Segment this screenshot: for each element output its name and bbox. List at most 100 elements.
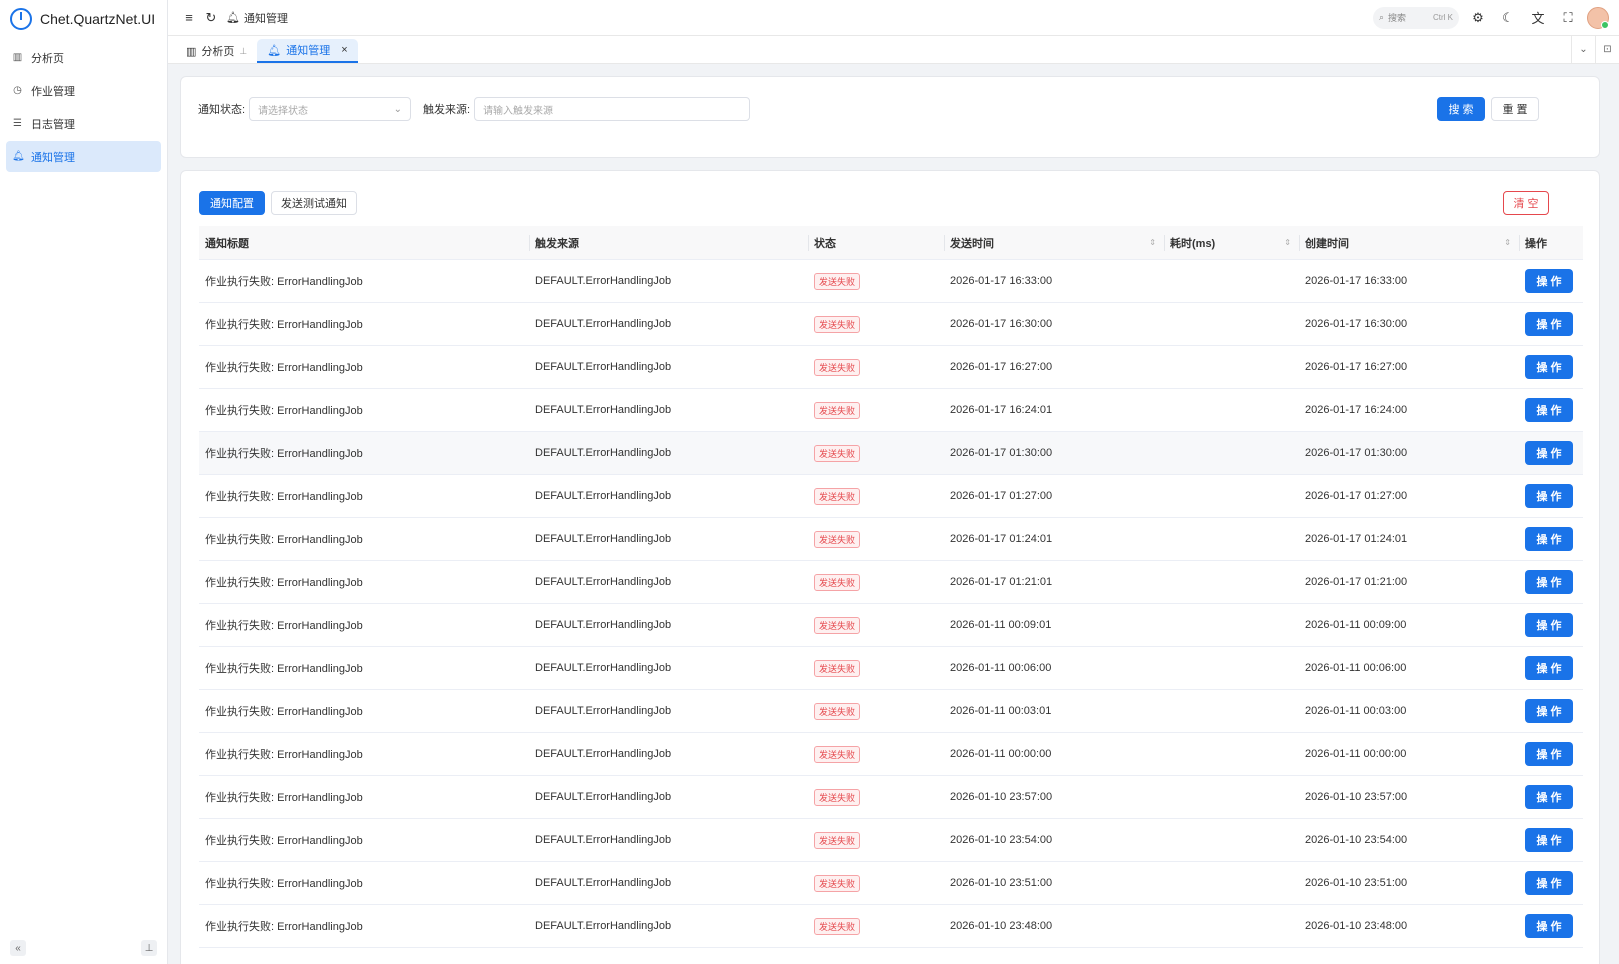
table-row[interactable]: 作业执行失败: ErrorHandlingJob DEFAULT.ErrorHan… <box>199 389 1583 432</box>
collapse-sidebar-icon[interactable]: « <box>10 940 26 956</box>
table-row[interactable]: 作业执行失败: ErrorHandlingJob DEFAULT.ErrorHan… <box>199 819 1583 862</box>
cell-sent-time: 2026-01-10 23:57:00 <box>950 791 1053 803</box>
reset-button[interactable]: 重 置 <box>1491 97 1539 121</box>
cell-status: 发送失败 <box>808 616 944 634</box>
cell-actions: 操 作 <box>1519 613 1583 637</box>
col-title[interactable]: 通知标题 <box>199 226 529 260</box>
table-row[interactable]: 作业执行失败: ErrorHandlingJob DEFAULT.ErrorHan… <box>199 432 1583 475</box>
table-row[interactable]: 作业执行失败: ErrorHandlingJob DEFAULT.ErrorHan… <box>199 518 1583 561</box>
clear-button[interactable]: 清 空 <box>1503 191 1549 215</box>
tab-label: 分析页 <box>201 46 235 58</box>
table-row[interactable]: 作业执行失败: ErrorHandlingJob DEFAULT.ErrorHan… <box>199 690 1583 733</box>
cell-sent-time: 2026-01-17 01:27:00 <box>950 490 1053 502</box>
row-action-button[interactable]: 操 作 <box>1525 699 1573 723</box>
top-bar: ≡ ↻ 🔔︎ 通知管理 ⌕ 搜索 Ctrl K ⚙ ☾ 文 ⛶ <box>168 0 1619 36</box>
row-action-button[interactable]: 操 作 <box>1525 871 1573 895</box>
table-row[interactable]: 作业执行失败: ErrorHandlingJob DEFAULT.ErrorHan… <box>199 561 1583 604</box>
source-filter-label: 触发来源: <box>423 104 471 116</box>
bell-icon: 🔔︎ <box>226 12 240 24</box>
tab-notifications[interactable]: 🔔︎ 通知管理 × <box>257 39 358 63</box>
sort-icon[interactable]: ⇕ <box>1504 238 1511 247</box>
sidebar-item-jobs[interactable]: ◷ 作业管理 <box>6 75 161 106</box>
cell-source: DEFAULT.ErrorHandlingJob <box>535 361 672 373</box>
row-action-button[interactable]: 操 作 <box>1525 484 1573 508</box>
settings-icon[interactable]: ⚙ <box>1467 10 1489 26</box>
cell-sent-time: 2026-01-17 01:30:00 <box>950 447 1053 459</box>
row-action-button[interactable]: 操 作 <box>1525 312 1573 336</box>
col-sent-time[interactable]: 发送时间 ⇕ <box>944 226 1164 260</box>
sort-icon[interactable]: ⇕ <box>1149 238 1156 247</box>
app-title: Chet.QuartzNet.UI <box>40 11 156 27</box>
table-row[interactable]: 作业执行失败: ErrorHandlingJob DEFAULT.ErrorHan… <box>199 647 1583 690</box>
global-search[interactable]: ⌕ 搜索 Ctrl K <box>1373 6 1459 29</box>
cell-created-time: 2026-01-17 01:21:00 <box>1305 576 1408 588</box>
sidebar-item-analysis[interactable]: ▥ 分析页 <box>6 42 161 73</box>
sidebar-item-logs[interactable]: ☰ 日志管理 <box>6 108 161 139</box>
table-row[interactable]: 作业执行失败: ErrorHandlingJob DEFAULT.ErrorHan… <box>199 604 1583 647</box>
theme-toggle-icon[interactable]: ☾ <box>1497 10 1519 26</box>
status-badge: 发送失败 <box>814 874 861 892</box>
clock-logo-icon <box>10 8 32 30</box>
cell-created-time: 2026-01-11 00:00:00 <box>1305 748 1407 760</box>
col-created-time[interactable]: 创建时间 ⇕ <box>1299 226 1519 260</box>
close-icon[interactable]: × <box>341 44 347 56</box>
pin-icon[interactable]: ⊥ <box>239 46 247 57</box>
col-status[interactable]: 状态 <box>808 226 944 260</box>
row-action-button[interactable]: 操 作 <box>1525 441 1573 465</box>
chevron-down-icon[interactable]: ⌄ <box>1571 36 1595 63</box>
row-action-button[interactable]: 操 作 <box>1525 613 1573 637</box>
clock-icon: ◷ <box>13 85 22 96</box>
row-action-button[interactable]: 操 作 <box>1525 570 1573 594</box>
sidebar-item-notifications[interactable]: 🔔︎ 通知管理 <box>6 141 161 172</box>
row-action-button[interactable]: 操 作 <box>1525 828 1573 852</box>
cell-sent-time: 2026-01-10 23:48:00 <box>950 920 1053 932</box>
table-row[interactable]: 作业执行失败: ErrorHandlingJob DEFAULT.ErrorHan… <box>199 862 1583 905</box>
cell-created-time: 2026-01-11 00:09:00 <box>1305 619 1407 631</box>
table-row[interactable]: 作业执行失败: ErrorHandlingJob DEFAULT.ErrorHan… <box>199 905 1583 948</box>
table-row[interactable]: 作业执行失败: ErrorHandlingJob DEFAULT.ErrorHan… <box>199 346 1583 389</box>
refresh-icon[interactable]: ↻ <box>200 10 222 26</box>
top-actions: ⌕ 搜索 Ctrl K ⚙ ☾ 文 ⛶ <box>1373 6 1609 29</box>
cell-actions: 操 作 <box>1519 355 1583 379</box>
table-row[interactable]: 作业执行失败: ErrorHandlingJob DEFAULT.ErrorHan… <box>199 733 1583 776</box>
source-filter: 触发来源: 请输入触发来源 <box>423 97 751 121</box>
row-action-button[interactable]: 操 作 <box>1525 742 1573 766</box>
row-action-button[interactable]: 操 作 <box>1525 785 1573 809</box>
table-row[interactable]: 作业执行失败: ErrorHandlingJob DEFAULT.ErrorHan… <box>199 303 1583 346</box>
notification-config-button[interactable]: 通知配置 <box>199 191 265 215</box>
send-test-button[interactable]: 发送测试通知 <box>271 191 357 215</box>
source-input[interactable]: 请输入触发来源 <box>474 97 751 121</box>
row-action-button[interactable]: 操 作 <box>1525 398 1573 422</box>
app-logo[interactable]: Chet.QuartzNet.UI <box>0 0 167 38</box>
tab-analysis[interactable]: ▥ 分析页 ⊥ <box>176 39 257 63</box>
col-duration[interactable]: 耗时(ms) ⇕ <box>1164 226 1299 260</box>
row-action-button[interactable]: 操 作 <box>1525 656 1573 680</box>
table-row[interactable]: 作业执行失败: ErrorHandlingJob DEFAULT.ErrorHan… <box>199 260 1583 303</box>
row-action-button[interactable]: 操 作 <box>1525 269 1573 293</box>
cell-title: 作业执行失败: ErrorHandlingJob <box>205 921 363 933</box>
cell-actions: 操 作 <box>1519 269 1583 293</box>
table-row[interactable]: 作业执行失败: ErrorHandlingJob DEFAULT.ErrorHan… <box>199 776 1583 819</box>
fullscreen-icon[interactable]: ⛶ <box>1557 10 1579 26</box>
cell-actions: 操 作 <box>1519 742 1583 766</box>
cell-title: 作业执行失败: ErrorHandlingJob <box>205 448 363 460</box>
cell-created-time: 2026-01-10 23:51:00 <box>1305 877 1408 889</box>
menu-toggle-icon[interactable]: ≡ <box>178 10 200 25</box>
table-row[interactable]: 作业执行失败: ErrorHandlingJob DEFAULT.ErrorHan… <box>199 475 1583 518</box>
status-filter-label: 通知状态: <box>198 104 246 116</box>
col-source[interactable]: 触发来源 <box>529 226 808 260</box>
cell-sent-time: 2026-01-17 01:21:01 <box>950 576 1053 588</box>
sort-icon[interactable]: ⇕ <box>1284 238 1291 247</box>
translate-icon[interactable]: 文 <box>1527 8 1549 27</box>
cell-sent-time: 2026-01-10 23:54:00 <box>950 834 1053 846</box>
row-action-button[interactable]: 操 作 <box>1525 355 1573 379</box>
row-action-button[interactable]: 操 作 <box>1525 527 1573 551</box>
avatar[interactable] <box>1587 6 1609 29</box>
pin-icon[interactable]: ⊥ <box>141 940 157 956</box>
tab-tools: ⌄ ⊡ <box>1571 36 1619 63</box>
search-button[interactable]: 搜 索 <box>1437 97 1485 121</box>
status-select[interactable]: 请选择状态 ⌄ <box>249 97 412 121</box>
row-action-button[interactable]: 操 作 <box>1525 914 1573 938</box>
cell-created-time: 2026-01-17 01:27:00 <box>1305 490 1408 502</box>
screenshot-icon[interactable]: ⊡ <box>1595 36 1619 63</box>
